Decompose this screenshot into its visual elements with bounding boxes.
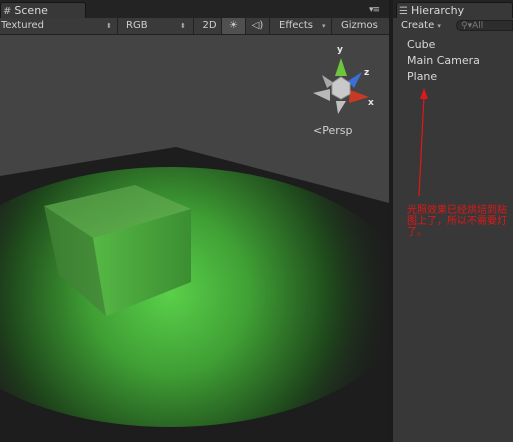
chevron-down-icon: ▾ (322, 22, 326, 30)
sun-icon: ☀ (229, 20, 238, 31)
list-item[interactable]: Cube (407, 37, 480, 53)
create-dropdown[interactable]: Create ▾ (401, 18, 441, 34)
effects-dropdown[interactable]: Effects ▾ (274, 18, 332, 34)
render-mode-label: RGB (126, 20, 148, 31)
tab-hierarchy-label: Hierarchy (410, 4, 465, 17)
scene-tabstrip: # Scene ▾≡ (0, 0, 389, 18)
persp-label: Persp (322, 124, 353, 137)
effects-label: Effects (279, 20, 313, 31)
speaker-icon: ◁) (251, 20, 264, 31)
search-icon: ⚲▾ (461, 21, 473, 31)
hierarchy-tabstrip: ☰ Hierarchy (393, 0, 513, 18)
2d-label: 2D (202, 20, 217, 31)
projection-toggle[interactable]: <Persp (313, 124, 352, 137)
chevron-updown-icon: ⬍ (106, 22, 112, 30)
scene-panel: # Scene ▾≡ Textured ⬍ RGB ⬍ 2D ☀ ◁) Effec… (0, 0, 389, 442)
list-item[interactable]: Main Camera (407, 53, 480, 69)
chevron-updown-icon: ⬍ (180, 22, 186, 30)
scene-lighting-toggle[interactable]: ☀ (222, 18, 246, 34)
gizmos-label: Gizmos (341, 20, 378, 31)
scene-viewport[interactable]: y z x <Persp (0, 35, 389, 442)
gizmo-z-label: z (364, 68, 369, 78)
create-label: Create (401, 20, 435, 31)
annotation-note: 光照效果已经烘培到贴图上了，所以不需要灯了。 (407, 205, 507, 238)
tab-scene[interactable]: # Scene (0, 2, 86, 18)
audio-toggle[interactable]: ◁) (246, 18, 270, 34)
gizmo-y-label: y (337, 45, 343, 55)
persp-chevron-icon: < (313, 124, 323, 137)
gizmo-x-label: x (368, 98, 374, 108)
render-mode-dropdown[interactable]: RGB ⬍ (118, 18, 194, 34)
hierarchy-search-input[interactable]: ⚲▾All (456, 20, 513, 31)
shading-mode-dropdown[interactable]: Textured ⬍ (0, 18, 118, 34)
search-placeholder: All (472, 21, 484, 31)
scene-toolbar: Textured ⬍ RGB ⬍ 2D ☀ ◁) Effects ▾ Gizmo… (0, 18, 389, 35)
tab-scene-label: Scene (14, 4, 48, 17)
tab-hierarchy[interactable]: ☰ Hierarchy (396, 2, 513, 18)
scene-render: y z x (0, 35, 389, 442)
hierarchy-list: Cube Main Camera Plane (407, 37, 480, 85)
2d-toggle-button[interactable]: 2D (198, 18, 222, 34)
hierarchy-toolbar: Create ▾ ⚲▾All (393, 18, 513, 34)
list-item[interactable]: Plane (407, 69, 480, 85)
panel-menu-icon[interactable]: ▾≡ (369, 5, 380, 15)
gizmos-dropdown[interactable]: Gizmos (336, 18, 389, 34)
chevron-down-icon: ▾ (437, 22, 441, 30)
shading-mode-label: Textured (1, 20, 44, 31)
